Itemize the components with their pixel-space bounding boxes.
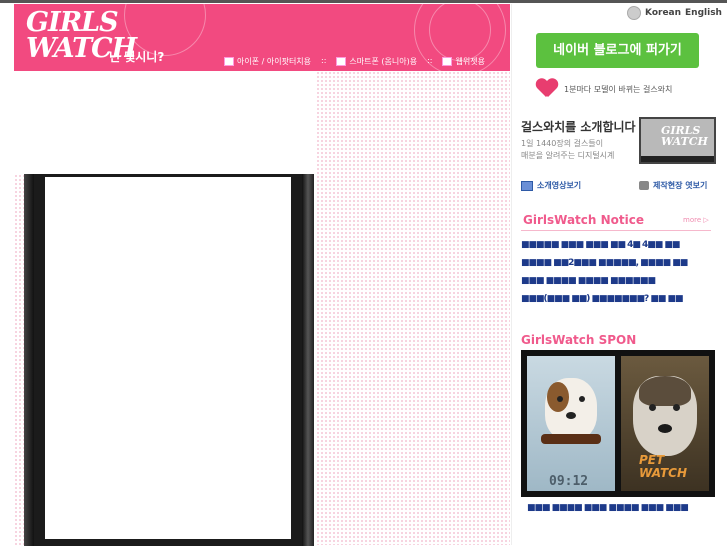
nav-item-label: 아이폰 / 아이팟터치용 — [237, 57, 312, 66]
language-switcher: Korean English — [627, 6, 722, 20]
mini-logo-bar — [641, 156, 714, 162]
making-link[interactable]: 제작현장 엿보기 — [639, 180, 707, 191]
nav-item-iphone[interactable]: 아이폰 / 아이팟터치용 — [224, 56, 311, 67]
dog-eye — [673, 404, 680, 411]
dog-mask — [639, 376, 691, 406]
dog-nose — [566, 412, 576, 419]
nav-item-label: 스마트폰 (옴니아)용 — [349, 57, 418, 66]
phone-screen — [45, 177, 291, 539]
main-nav: 아이폰 / 아이팟터치용 :: 스마트폰 (옴니아)용 :: 웹위젯용 — [224, 56, 485, 67]
heart-icon — [536, 79, 558, 99]
header-banner: GIRLS WATCH 넌 몇시니? 아이폰 / 아이팟터치용 :: 스마트폰 … — [14, 4, 510, 71]
tagline: 넌 몇시니? — [109, 50, 165, 64]
notice-title: GirlsWatch Notice — [523, 213, 645, 227]
promo-row: 1분마다 모델이 바뀌는 걸스와치 — [536, 79, 672, 99]
notice-item[interactable]: ■■■(■■■ ■■) ■■■■■■■? ■■ ■■ — [521, 294, 711, 312]
nav-item-smartphone[interactable]: 스마트폰 (옴니아)용 — [336, 56, 417, 67]
dog-illustration — [633, 376, 697, 456]
gift-icon — [442, 57, 453, 66]
pet-watch-line2: WATCH — [639, 466, 687, 480]
naver-blog-button[interactable]: 네이버 블로그에 퍼가기 — [536, 33, 699, 68]
top-bar — [0, 0, 727, 3]
video-link-label: 소개영상보기 — [537, 181, 582, 190]
mini-logo-text: GIRLS WATCH — [661, 125, 708, 147]
globe-icon — [627, 6, 641, 20]
video-link[interactable]: 소개영상보기 — [521, 180, 581, 191]
dog-collar — [541, 434, 601, 444]
lang-korean[interactable]: Korean — [645, 8, 681, 18]
phone-frame — [24, 174, 314, 546]
phone-edge-left — [24, 174, 34, 546]
notice-more-link[interactable]: more ▷ — [683, 216, 709, 224]
spon-caption[interactable]: ■■■ ■■■■ ■■■ ■■■■ ■■■ ■■■ — [527, 503, 689, 513]
gift-icon — [336, 57, 347, 66]
nav-item-widget[interactable]: 웹위젯용 — [442, 56, 485, 67]
mini-logo-line2: WATCH — [661, 135, 708, 148]
notice-list: ■■■■■ ■■■ ■■■ ■■ 4■ 4■■ ■■ ■■■■ ■■2■■■ ■… — [521, 240, 711, 312]
nav-separator: :: — [321, 56, 327, 65]
dog-illustration — [545, 378, 597, 440]
notice-item[interactable]: ■■■ ■■■■ ■■■■ ■■■■■■ — [521, 276, 711, 294]
dog-eye — [557, 396, 563, 402]
nav-item-label: 웹위젯용 — [455, 57, 485, 66]
column-divider — [511, 4, 512, 545]
dotted-strip — [14, 174, 24, 545]
notice-item[interactable]: ■■■■ ■■2■■■ ■■■■■, ■■■■ ■■ — [521, 258, 711, 276]
mini-logo-thumbnail[interactable]: GIRLS WATCH — [639, 117, 716, 164]
phone-edge-right — [302, 174, 314, 546]
promo-text: 1분마다 모델이 바뀌는 걸스와치 — [564, 84, 673, 94]
dog-eye — [649, 404, 656, 411]
pet-photo-terrier: 09:12 — [527, 356, 615, 491]
dog-eye — [579, 396, 585, 402]
notice-divider — [521, 230, 711, 231]
nav-separator: :: — [427, 56, 433, 65]
spon-banner[interactable]: 09:12 PET WATCH — [521, 350, 715, 497]
watch-time: 09:12 — [549, 474, 589, 489]
dog-nose — [658, 424, 672, 433]
lang-english[interactable]: English — [685, 8, 722, 18]
spon-title: GirlsWatch SPON — [521, 333, 637, 347]
making-link-label: 제작현장 엿보기 — [653, 181, 708, 190]
pet-photo-husky: PET WATCH — [621, 356, 709, 491]
gift-icon — [224, 57, 234, 66]
dotted-background — [316, 71, 510, 545]
notice-item[interactable]: ■■■■■ ■■■ ■■■ ■■ 4■ 4■■ ■■ — [521, 240, 711, 258]
monitor-icon — [521, 180, 533, 191]
pet-watch-logo: PET WATCH — [639, 454, 687, 480]
camera-icon — [639, 181, 649, 190]
